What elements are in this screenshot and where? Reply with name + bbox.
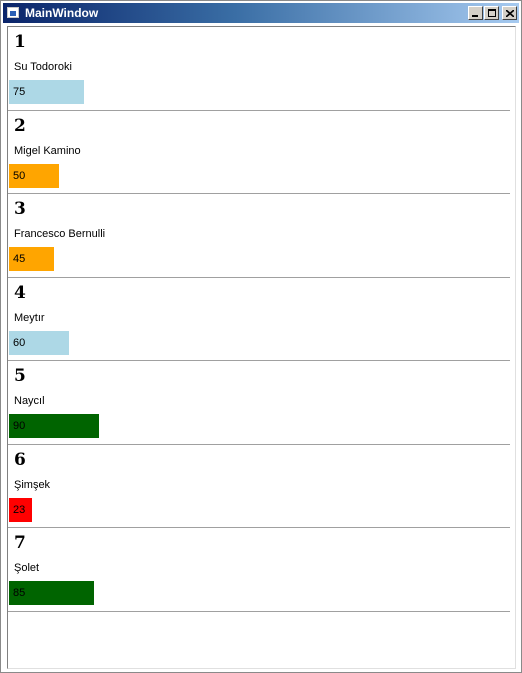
score-bar: 50 [9, 163, 59, 188]
score-value: 75 [13, 86, 26, 98]
list-item: 5 Naycıl 90 [8, 361, 510, 445]
item-name: Meytır [14, 311, 45, 324]
close-button[interactable] [502, 6, 517, 20]
minimize-button[interactable] [468, 6, 483, 20]
list-item: 2 Migel Kamino 50 [8, 111, 510, 194]
item-rank: 7 [14, 533, 26, 553]
score-bar: 85 [9, 581, 94, 605]
list-item: 3 Francesco Bernulli 45 [8, 194, 510, 278]
score-value: 45 [13, 253, 26, 265]
score-value: 60 [13, 336, 26, 349]
app-window-icon[interactable] [7, 7, 19, 18]
minimize-icon [472, 15, 478, 17]
item-name: Şimşek [14, 478, 51, 491]
item-rank: 1 [14, 32, 26, 52]
item-name: Francesco Bernulli [14, 228, 106, 240]
score-bar: 45 [9, 247, 54, 271]
list-item: 7 Şolet 85 [8, 528, 510, 612]
score-value: 85 [13, 587, 26, 599]
score-list: 1 Su Todoroki 75 2 Migel Kamino 50 3 Francesco … [8, 27, 510, 612]
item-rank: 4 [14, 282, 26, 303]
title-bar[interactable]: MainWindow [3, 3, 519, 23]
score-bar: 90 [9, 414, 99, 438]
item-rank: 3 [14, 199, 26, 219]
maximize-icon [488, 9, 496, 17]
score-bar: 23 [9, 497, 32, 522]
list-item: 4 Meytır 60 [8, 278, 510, 361]
score-value: 90 [13, 420, 26, 432]
score-value: 23 [13, 503, 26, 516]
item-rank: 2 [14, 115, 26, 136]
content-area: 1 Su Todoroki 75 2 Migel Kamino 50 3 Francesco … [7, 26, 516, 669]
item-name: Naycıl [14, 395, 45, 407]
item-rank: 5 [14, 366, 26, 386]
main-window: MainWindow 1 Su Todoroki 75 2 Migel Kamino 50… [0, 0, 522, 673]
score-bar: 60 [9, 330, 69, 355]
score-bar: 75 [9, 80, 84, 104]
score-value: 50 [13, 169, 26, 182]
item-name: Şolet [14, 562, 40, 574]
close-icon [506, 10, 514, 17]
list-item: 1 Su Todoroki 75 [8, 27, 510, 111]
item-name: Su Todoroki [14, 61, 72, 73]
item-name: Migel Kamino [14, 144, 81, 157]
item-rank: 6 [14, 449, 26, 470]
maximize-button[interactable] [484, 6, 499, 20]
list-item: 6 Şimşek 23 [8, 445, 510, 528]
window-title: MainWindow [25, 6, 99, 20]
